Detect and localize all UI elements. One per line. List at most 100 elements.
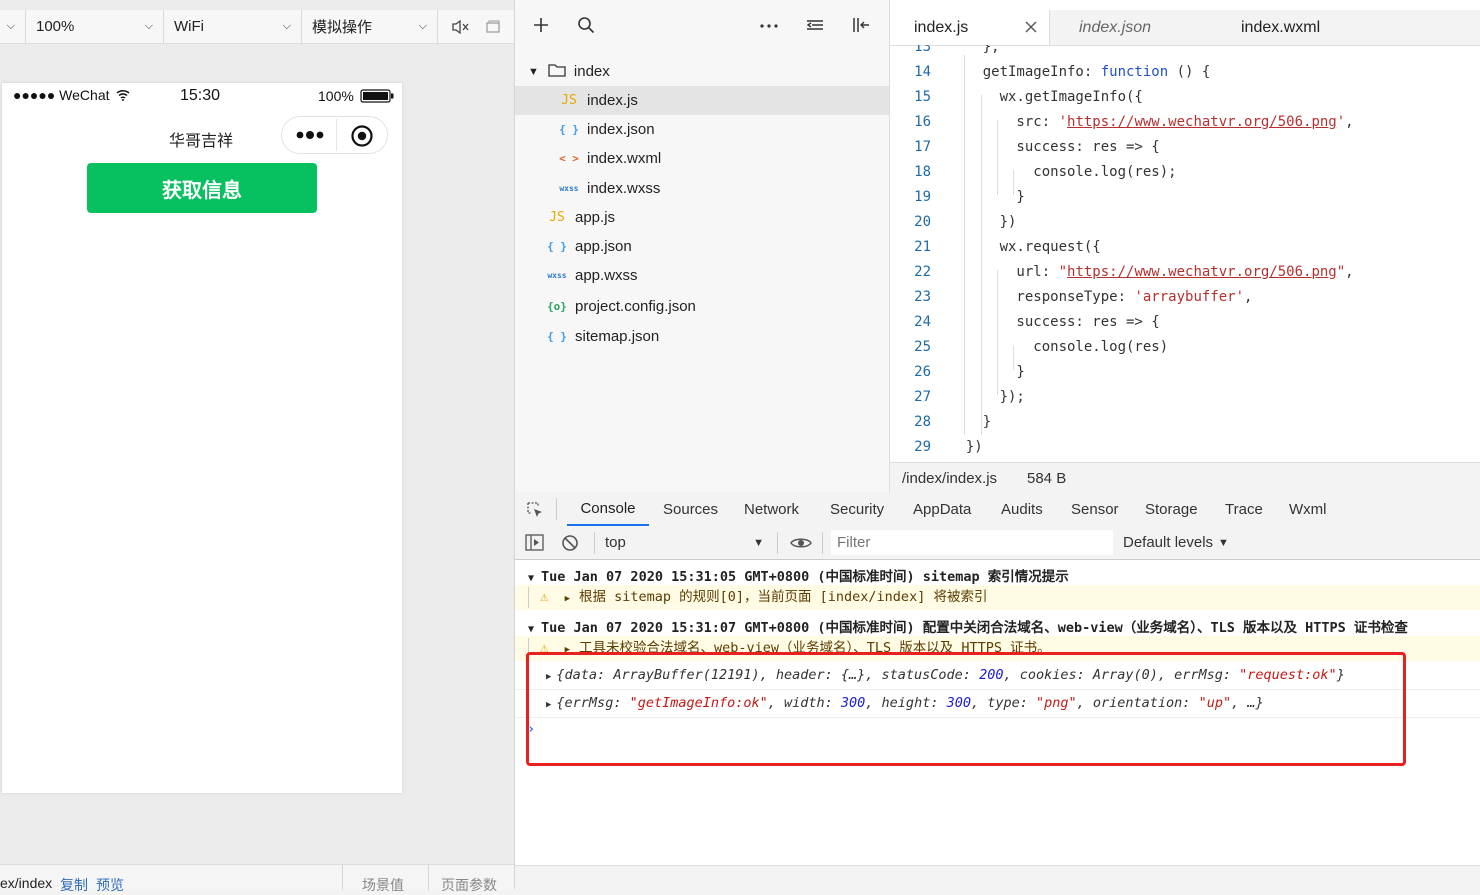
tree-folder-index[interactable]: ▼ index (515, 57, 889, 86)
network-select[interactable]: WiFi ⌵ (164, 10, 302, 43)
triangle-down-icon: ▼ (528, 573, 535, 584)
code-line: 18 console.log(res); (914, 164, 1177, 180)
console-output[interactable]: ▼ Tue Jan 07 2020 15:31:05 GMT+0800 (中国标准… (515, 559, 1480, 865)
wxml-file-icon: < > (559, 152, 579, 165)
tab-wxml[interactable]: Wxml (1289, 492, 1327, 526)
footer-divider (342, 865, 343, 890)
more-dots-icon[interactable] (295, 126, 325, 147)
tab-appdata[interactable]: AppData (913, 492, 971, 526)
context-select[interactable]: top ▼ (603, 526, 768, 559)
tab-index-wxml[interactable]: index.wxml (1217, 10, 1377, 45)
tab-audits[interactable]: Audits (1001, 492, 1043, 526)
tab-security[interactable]: Security (830, 492, 884, 526)
code-line: 20 }) (914, 214, 1017, 230)
tree-item-app-wxss[interactable]: wxss app.wxss (515, 261, 889, 290)
toolbar-divider (822, 532, 823, 554)
copy-link[interactable]: 复制 (60, 875, 88, 895)
code-line: 26 } (914, 364, 1025, 380)
nav-title: 华哥吉祥 (169, 133, 234, 150)
sidebar-toggle-icon[interactable] (525, 534, 544, 554)
chevron-down-icon: ⌵ (144, 20, 153, 32)
tree-item-index-js[interactable]: JS index.js (515, 86, 889, 115)
add-icon[interactable] (532, 16, 550, 37)
console-filter-input[interactable] (831, 530, 1113, 555)
tab-network[interactable]: Network (744, 492, 799, 526)
tab-sources[interactable]: Sources (663, 492, 718, 526)
console-group-header[interactable]: ▼ Tue Jan 07 2020 15:31:05 GMT+0800 (中国标准… (515, 565, 1480, 585)
inspect-element-icon[interactable] (526, 501, 544, 522)
tab-trace[interactable]: Trace (1225, 492, 1263, 526)
operation-select[interactable]: 模拟操作 ⌵ (302, 10, 438, 43)
editor-tabs: index.js index.json index.wxml (890, 10, 1480, 46)
panel-toggle-icon[interactable] (851, 15, 871, 38)
wxss-file-icon: wxss (547, 271, 567, 280)
code-line: 28 } (914, 414, 992, 430)
collapse-icon[interactable] (805, 16, 825, 37)
tab-storage[interactable]: Storage (1145, 492, 1198, 526)
warning-icon: ⚠ (540, 589, 549, 605)
preview-link[interactable]: 预览 (96, 875, 124, 895)
triangle-down-icon: ▼ (1218, 536, 1229, 549)
log-levels-select[interactable]: Default levels ▼ (1123, 526, 1229, 559)
phone-screen: ●●●●● WeChat 15:30 100% 华哥吉祥 获取信息 (2, 83, 402, 793)
window-icon[interactable] (484, 18, 502, 36)
tree-item-sitemap-json[interactable]: { } sitemap.json (515, 322, 889, 351)
mute-icon[interactable] (450, 17, 470, 37)
chevron-down-icon: ⌵ (418, 20, 427, 32)
tab-sensor[interactable]: Sensor (1071, 492, 1119, 526)
code-line: 25 console.log(res) (914, 339, 1169, 355)
code-line: 27 }); (914, 389, 1025, 405)
device-select[interactable]: ⌵ (0, 10, 26, 43)
tab-console[interactable]: Console (567, 492, 649, 526)
highlight-annotation-box (526, 652, 1406, 766)
simulator-panel: ⌵ 100% ⌵ WiFi ⌵ 模拟操作 ⌵ ●●●●● WeChat 15:30 1… (0, 0, 515, 893)
code-line: 15 wx.getImageInfo({ (914, 89, 1143, 105)
code-editor: index.js index.json index.wxml 13 }, 14 … (890, 0, 1480, 493)
code-line: 22 url: "https://www.wechatvr.org/506.pn… (914, 264, 1354, 280)
scene-value-button[interactable]: 场景值 (362, 875, 404, 895)
triangle-right-icon: ▶ (564, 594, 570, 604)
code-line: 23 responseType: 'arraybuffer', (914, 289, 1253, 305)
close-target-icon[interactable] (350, 124, 374, 151)
json-file-icon: { } (547, 240, 567, 253)
tree-item-index-wxml[interactable]: < > index.wxml (515, 144, 889, 173)
json-file-icon: { } (559, 123, 579, 136)
triangle-down-icon: ▼ (528, 65, 539, 78)
triangle-down-icon: ▼ (753, 536, 764, 549)
folder-icon (548, 63, 566, 81)
triangle-down-icon: ▼ (528, 624, 535, 635)
js-file-icon: JS (561, 93, 577, 108)
tabs-divider (556, 498, 557, 520)
eye-icon[interactable] (790, 535, 812, 554)
toolbar-divider (777, 532, 778, 554)
code-line: 19 } (914, 189, 1025, 205)
file-path: /index/index.js (902, 470, 998, 487)
code-line: 14 getImageInfo: function () { (914, 64, 1211, 80)
tree-item-app-js[interactable]: JS app.js (515, 203, 889, 232)
simulator-footer: ex/index 复制 预览 场景值 页面参数 (0, 864, 514, 893)
tree-item-index-wxss[interactable]: wxss index.wxss (515, 174, 889, 203)
explorer-toolbar (515, 10, 889, 43)
code-line: 17 success: res => { (914, 139, 1160, 155)
status-bar: ●●●●● WeChat 15:30 100% (2, 83, 402, 109)
tree-item-index-json[interactable]: { } index.json (515, 115, 889, 144)
tab-index-js[interactable]: index.js (890, 10, 1050, 45)
code-area[interactable]: 13 }, 14 getImageInfo: function () { 15 … (890, 45, 1480, 462)
js-file-icon: JS (549, 210, 565, 225)
chevron-down-icon: ⌵ (6, 20, 15, 32)
page-params-button[interactable]: 页面参数 (441, 875, 497, 895)
console-group-header[interactable]: ▼ Tue Jan 07 2020 15:31:07 GMT+0800 (中国标准… (515, 616, 1480, 636)
console-warning-row[interactable]: ⚠ ▶ 根据 sitemap 的规则[0]，当前页面 [index/index] … (515, 585, 1480, 610)
get-info-button[interactable]: 获取信息 (87, 163, 317, 213)
tab-index-json[interactable]: index.json (1055, 10, 1215, 45)
simulator-toolbar: ⌵ 100% ⌵ WiFi ⌵ 模拟操作 ⌵ (0, 10, 514, 44)
tree-item-app-json[interactable]: { } app.json (515, 232, 889, 261)
more-icon[interactable] (759, 16, 779, 37)
tree-item-project-config[interactable]: {o} project.config.json (515, 292, 889, 321)
clear-console-icon[interactable] (561, 534, 579, 555)
close-icon[interactable] (1024, 20, 1038, 39)
code-line: 13 }, (914, 45, 1000, 55)
carrier-label: ●●●●● WeChat (13, 87, 110, 103)
zoom-select[interactable]: 100% ⌵ (26, 10, 164, 43)
search-icon[interactable] (577, 16, 595, 37)
